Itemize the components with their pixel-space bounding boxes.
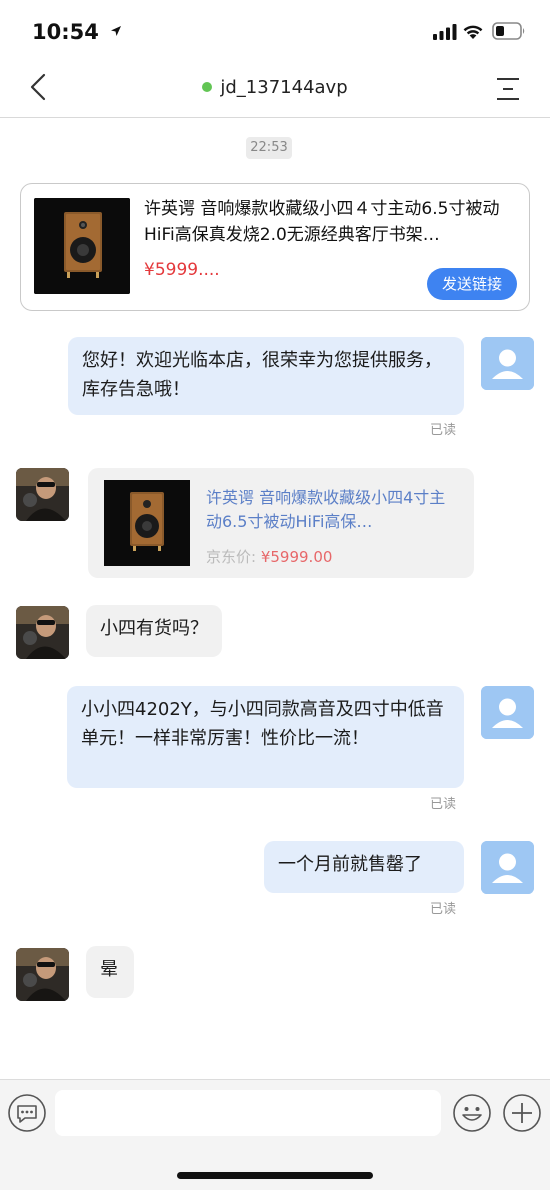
online-status-dot	[202, 82, 213, 92]
chat-contact-name: jd_137144avp	[220, 77, 348, 98]
read-receipt: 已读	[430, 423, 457, 438]
nav-title: jd_137144avp	[0, 77, 550, 98]
default-avatar-icon	[481, 686, 534, 739]
wifi-icon	[463, 25, 483, 39]
avatar[interactable]	[16, 606, 69, 659]
shared-product-title[interactable]: 许英谔 音响爆款收藏级小四4寸主动6.5寸被动HiFi高保…	[206, 486, 460, 534]
plus-icon[interactable]	[502, 1093, 542, 1133]
avatar[interactable]	[16, 948, 69, 1001]
speaker-image-icon	[34, 198, 130, 294]
shared-product-price: 京东价: ¥5999.00	[206, 546, 332, 567]
emoji-icon[interactable]	[452, 1093, 492, 1133]
input-bar	[0, 1079, 550, 1145]
chat-area[interactable]: 22:53 许英谔 音响爆款收藏级小四４寸主动6.5寸被动HiFi高保真发烧2.…	[0, 119, 550, 1079]
product-price: ¥5999....	[144, 260, 220, 280]
send-link-button[interactable]: 发送链接	[427, 268, 517, 300]
menu-icon[interactable]	[495, 76, 521, 102]
nav-bar: jd_137144avp	[0, 62, 550, 118]
speaker-image-icon	[104, 480, 190, 566]
message-bubble-outgoing[interactable]: 一个月前就售罄了	[264, 841, 464, 893]
product-thumbnail	[34, 198, 130, 294]
avatar[interactable]	[16, 468, 69, 521]
message-timestamp: 22:53	[246, 137, 292, 159]
message-bubble-outgoing[interactable]: 您好！欢迎光临本店，很荣幸为您提供服务，库存告急哦！	[68, 337, 464, 415]
home-area	[0, 1145, 550, 1190]
price-label: 京东价:	[206, 548, 261, 566]
message-bubble-outgoing[interactable]: 小小四4202Y，与小四同款高音及四寸中低音单元！一样非常厉害！性价比一流！	[67, 686, 464, 788]
keyboard-icon[interactable]	[7, 1093, 47, 1133]
price-value: ¥5999.00	[260, 548, 333, 566]
message-input[interactable]	[55, 1090, 441, 1136]
battery-icon	[492, 22, 525, 40]
default-avatar-icon	[481, 337, 534, 390]
shared-product-thumbnail	[104, 480, 190, 566]
message-text: 小小四4202Y，与小四同款高音及四寸中低音单元！一样非常厉害！性价比一流！	[81, 699, 444, 749]
home-indicator[interactable]	[177, 1172, 373, 1179]
message-text: 您好！欢迎光临本店，很荣幸为您提供服务，库存告急哦！	[82, 350, 442, 400]
avatar[interactable]	[481, 841, 534, 894]
user-photo-avatar-icon	[16, 468, 69, 521]
user-photo-avatar-icon	[16, 606, 69, 659]
avatar[interactable]	[481, 337, 534, 390]
signal-icon	[433, 24, 457, 40]
message-text: 一个月前就售罄了	[278, 854, 422, 875]
message-bubble-incoming[interactable]: 小四有货吗？	[86, 605, 222, 657]
message-text: 晕	[100, 959, 118, 980]
message-bubble-incoming[interactable]: 晕	[86, 946, 134, 998]
status-bar: 10:54	[0, 0, 550, 62]
location-arrow-icon	[111, 26, 122, 36]
status-time-text: 10:54	[32, 20, 99, 44]
avatar[interactable]	[481, 686, 534, 739]
default-avatar-icon	[481, 841, 534, 894]
shared-product-card[interactable]: 许英谔 音响爆款收藏级小四4寸主动6.5寸被动HiFi高保… 京东价: ¥599…	[88, 468, 474, 578]
read-receipt: 已读	[430, 797, 457, 812]
product-title: 许英谔 音响爆款收藏级小四４寸主动6.5寸被动HiFi高保真发烧2.0无源经典客…	[144, 199, 500, 245]
message-text: 小四有货吗？	[100, 618, 208, 639]
status-time: 10:54	[32, 20, 122, 44]
read-receipt: 已读	[430, 902, 457, 917]
user-photo-avatar-icon	[16, 948, 69, 1001]
product-card[interactable]: 许英谔 音响爆款收藏级小四４寸主动6.5寸被动HiFi高保真发烧2.0无源经典客…	[20, 183, 530, 311]
